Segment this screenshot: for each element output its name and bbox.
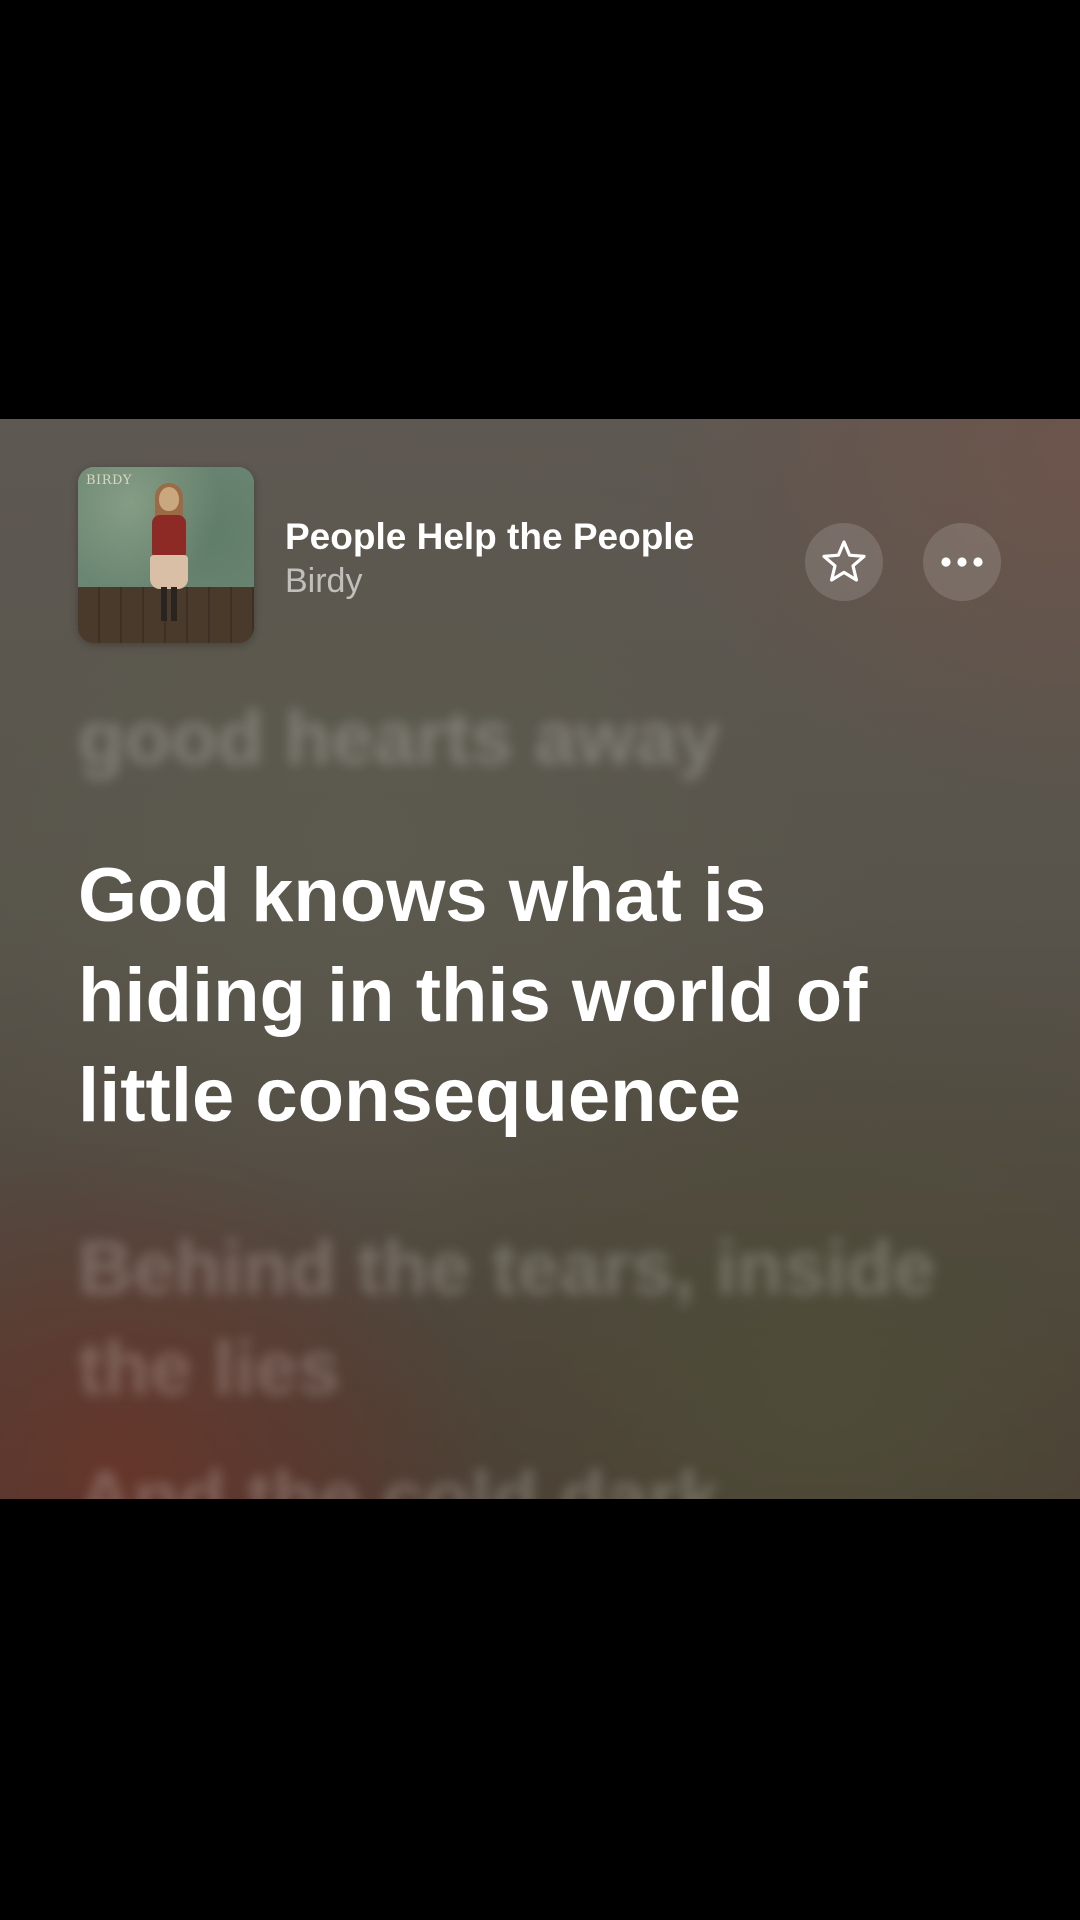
favorite-button[interactable] [805, 523, 883, 601]
more-options-button[interactable] [923, 523, 1001, 601]
album-art-figure-legs [161, 587, 177, 621]
track-title: People Help the People [285, 516, 695, 557]
album-art-figure-skirt [150, 555, 188, 589]
lyric-line-current[interactable]: God knows what is hiding in this world o… [78, 846, 1008, 1146]
letterbox-top [0, 0, 1080, 419]
album-artwork[interactable]: BIRDY [78, 467, 254, 643]
ellipsis-icon [941, 557, 983, 567]
lyrics-player: BIRDY People Help the People Birdy good … [0, 419, 1080, 1499]
album-art-text: BIRDY [86, 473, 132, 488]
lyric-line-next-2[interactable]: And the cold dark [78, 1449, 1008, 1499]
track-artist[interactable]: Birdy [285, 559, 785, 603]
letterbox-bottom [0, 1499, 1080, 1920]
album-art-figure-sweater [152, 515, 186, 557]
album-art-figure-head [159, 487, 179, 511]
star-icon [822, 540, 866, 582]
track-info[interactable]: People Help the People Birdy [285, 515, 785, 603]
lyric-line-previous[interactable]: good hearts away [78, 689, 1008, 789]
lyric-line-next[interactable]: Behind the tears, inside the lies [78, 1219, 1008, 1419]
